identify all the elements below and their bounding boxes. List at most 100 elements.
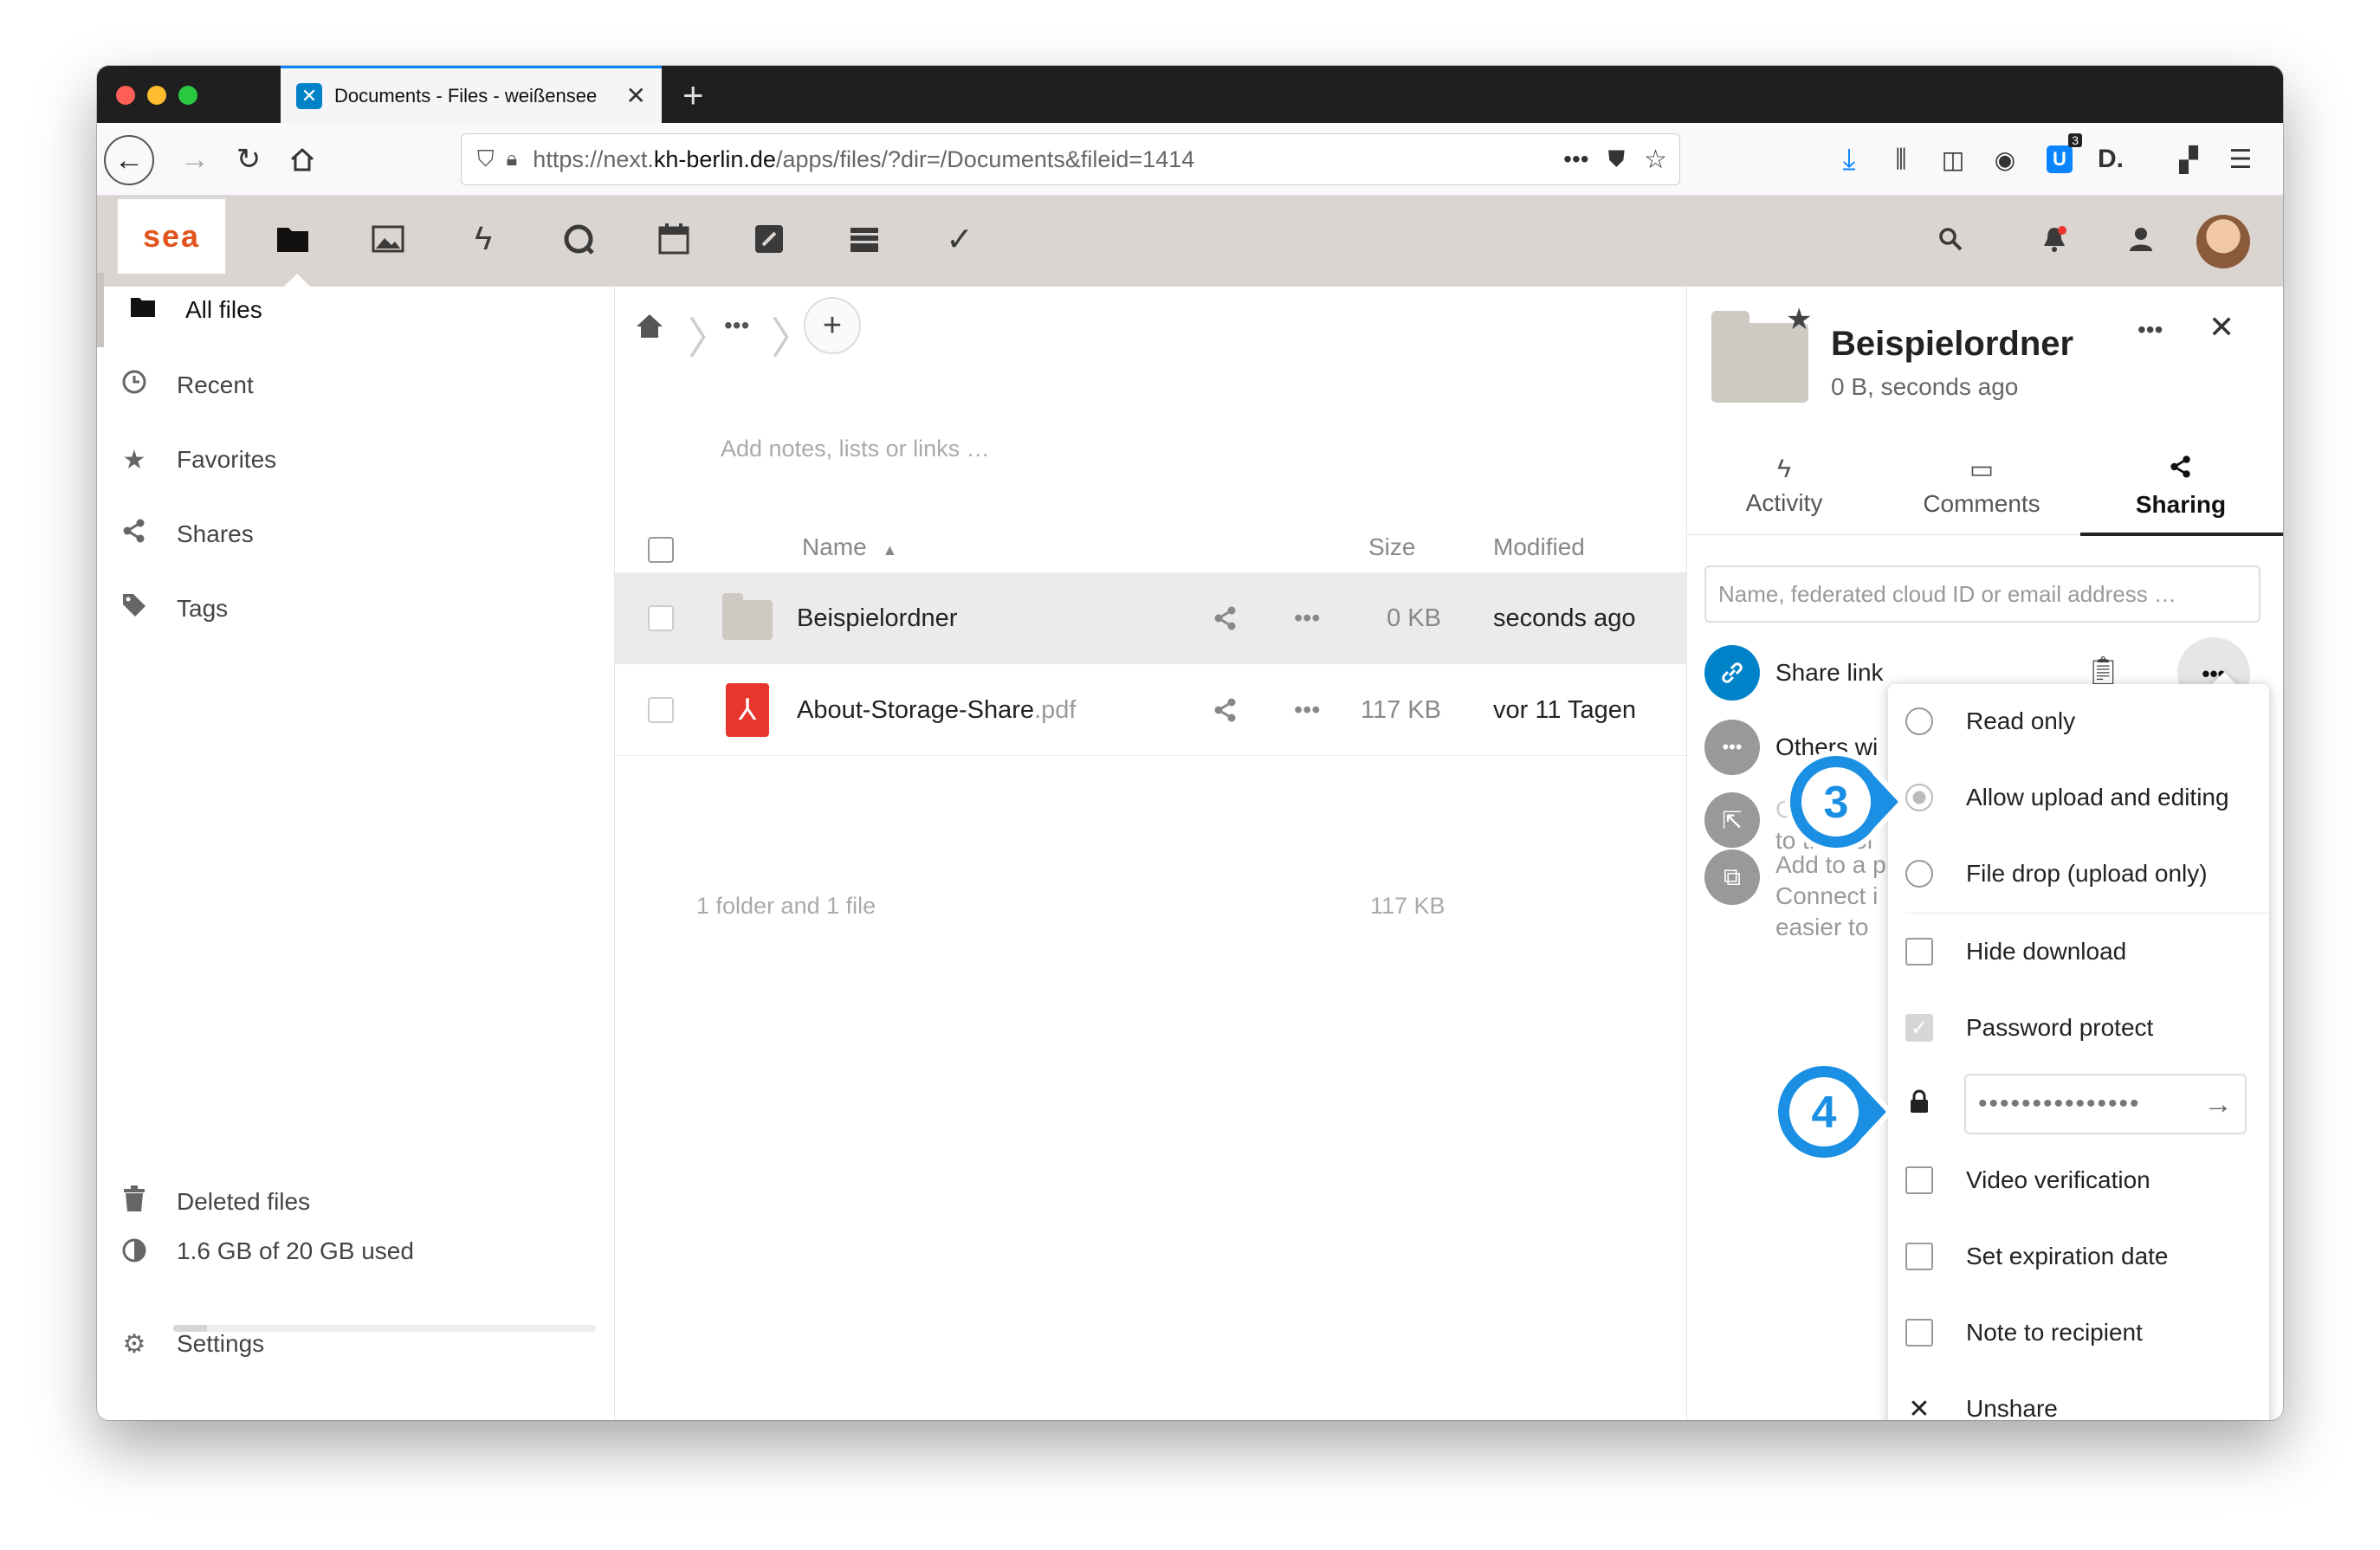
table-row[interactable]: ⅄ About-Storage-Share .pdf ••• 117 KB vor… [615,664,1686,756]
file-size: 0 KB [1387,604,1441,632]
option-label: Unshare [1966,1395,2058,1420]
more-actions-icon[interactable]: ••• [1294,664,1320,756]
deck-app-icon[interactable] [838,196,890,282]
expiration-option[interactable]: Set expiration date [1888,1219,2269,1294]
photos-app-icon[interactable] [362,196,414,282]
note-checkbox[interactable] [1905,1319,1933,1347]
breadcrumb-home[interactable] [636,287,663,365]
search-icon[interactable] [1924,196,1976,282]
talk-app-icon[interactable] [553,196,605,282]
tab-comments[interactable]: ▭ Comments [1895,455,2068,518]
tab-sharing[interactable]: Sharing [2094,455,2267,519]
password-input[interactable]: ••••••••••••••• → [1964,1074,2247,1134]
close-details-icon[interactable]: ✕ [2209,309,2234,346]
active-tab-indicator [2080,533,2283,536]
trash-icon [118,1185,151,1218]
note-option[interactable]: Note to recipient [1888,1295,2269,1370]
column-header-modified[interactable]: Modified [1493,533,1585,561]
url-bar[interactable]: ⛉ 🔒︎ https://next.kh-berlin.de/apps/file… [461,133,1680,185]
hide-download-checkbox[interactable] [1905,938,1933,966]
table-row[interactable]: Beispielordner ••• 0 KB seconds ago [615,572,1686,664]
breadcrumb-more[interactable]: ••• [724,287,749,365]
logo[interactable]: sea [118,199,225,274]
column-header-name[interactable]: Name ▲ [802,533,897,561]
copy-link-icon[interactable]: 📋︎ [2086,654,2121,687]
share-action-icon[interactable] [1213,664,1239,756]
notifications-bell-icon[interactable] [2028,196,2080,282]
password-protect-option[interactable]: ✓ Password protect [1888,991,2269,1065]
extensions-icon[interactable]: ▞ [2167,123,2210,196]
navigation-bar: ← → ↻ ⛉ 🔒︎ https://next.kh-berlin.de/app… [97,123,2283,196]
sidebar-toggle-icon[interactable]: ◫ [1931,123,1975,196]
forward-button[interactable]: → [173,123,217,196]
sidebar-item-shares[interactable]: Shares [97,497,615,572]
more-actions-icon[interactable]: ••• [1294,572,1320,664]
sidebar-item-favorites[interactable]: ★ Favorites [97,423,615,497]
extension-badge-icon[interactable]: U 3 [2035,123,2084,196]
expiration-checkbox[interactable] [1905,1243,1933,1270]
share-action-icon[interactable] [1213,572,1239,664]
link-icon [1704,645,1760,701]
details-more-icon[interactable]: ••• [2137,316,2163,344]
browser-tab[interactable]: ✕ Documents - Files - weißensee ✕ [281,66,662,123]
home-button[interactable] [281,123,324,196]
favorite-star-icon[interactable]: ★ [1786,302,1812,337]
row-checkbox[interactable] [648,605,674,631]
zoom-window-button[interactable] [178,86,197,105]
activity-app-icon[interactable]: ϟ [457,196,509,282]
app-navigation: All files Recent ★ Favorites Shares Tags… [97,273,615,1420]
video-verification-option[interactable]: Video verification [1888,1143,2269,1217]
unshare-option[interactable]: ✕ Unshare [1888,1372,2269,1421]
bookmark-star-icon[interactable]: ☆ [1644,145,1667,175]
tab-activity[interactable]: ϟ Activity [1698,455,1871,517]
quota-progress-fill [173,1325,208,1332]
comment-icon: ▭ [1969,455,1995,484]
share-icon [2094,455,2267,486]
password-protect-checkbox[interactable]: ✓ [1905,1014,1933,1042]
file-drop-radio[interactable] [1905,860,1933,888]
tab-close-icon[interactable]: ✕ [626,81,646,110]
contacts-icon[interactable] [2115,196,2167,282]
gear-icon: ⚙ [122,1329,146,1359]
sidebar-item-tags[interactable]: Tags [97,572,615,646]
files-app-icon[interactable] [267,196,319,282]
video-verification-checkbox[interactable] [1905,1166,1933,1194]
sidebar-item-recent[interactable]: Recent [97,348,615,423]
details-title: Beispielordner [1831,325,2074,363]
back-button[interactable]: ← [104,135,154,185]
sidebar-item-settings[interactable]: ⚙ Settings [97,1307,615,1381]
user-avatar[interactable] [2196,215,2250,268]
pocket-icon[interactable]: ⛊ [1608,145,1626,173]
account-icon[interactable]: ◉ [1983,123,2027,196]
submit-password-icon[interactable]: → [2203,1088,2233,1121]
file-name[interactable]: About-Storage-Share .pdf [797,664,1076,756]
close-window-button[interactable] [116,86,135,105]
calendar-app-icon[interactable] [648,196,700,282]
share-search-input[interactable]: Name, federated cloud ID or email addres… [1704,565,2260,623]
menu-icon[interactable]: ☰ [2219,123,2262,196]
row-checkbox[interactable] [648,697,674,723]
read-only-option[interactable]: Read only [1888,684,2269,759]
select-all-checkbox[interactable] [648,537,674,563]
tasks-app-icon[interactable]: ✓ [934,196,986,282]
new-file-button[interactable]: + [804,297,861,354]
column-header-size[interactable]: Size [1368,533,1415,561]
file-drop-option[interactable]: File drop (upload only) [1888,836,2269,911]
hide-download-option[interactable]: Hide download [1888,914,2269,989]
library-icon[interactable]: ⫼ [1879,123,1923,196]
dictionary-extension-icon[interactable]: D. [2089,123,2132,196]
allow-upload-option[interactable]: Allow upload and editing [1888,760,2269,835]
page-actions-icon[interactable]: ••• [1563,145,1588,173]
rich-workspace-notes[interactable]: Add notes, lists or links … [721,436,990,462]
sidebar-item-all-files[interactable]: All files [97,273,615,347]
minimize-window-button[interactable] [147,86,166,105]
notes-app-icon[interactable] [743,196,795,282]
downloads-icon[interactable]: ⤓ [1827,123,1871,196]
sidebar-item-label: Shares [177,520,254,547]
password-value: ••••••••••••••• [1978,1089,2141,1118]
reload-button[interactable]: ↻ [227,123,270,196]
tag-icon [118,592,151,625]
read-only-radio[interactable] [1905,707,1933,735]
file-name[interactable]: Beispielordner [797,572,957,664]
new-tab-button[interactable]: + [682,74,704,116]
